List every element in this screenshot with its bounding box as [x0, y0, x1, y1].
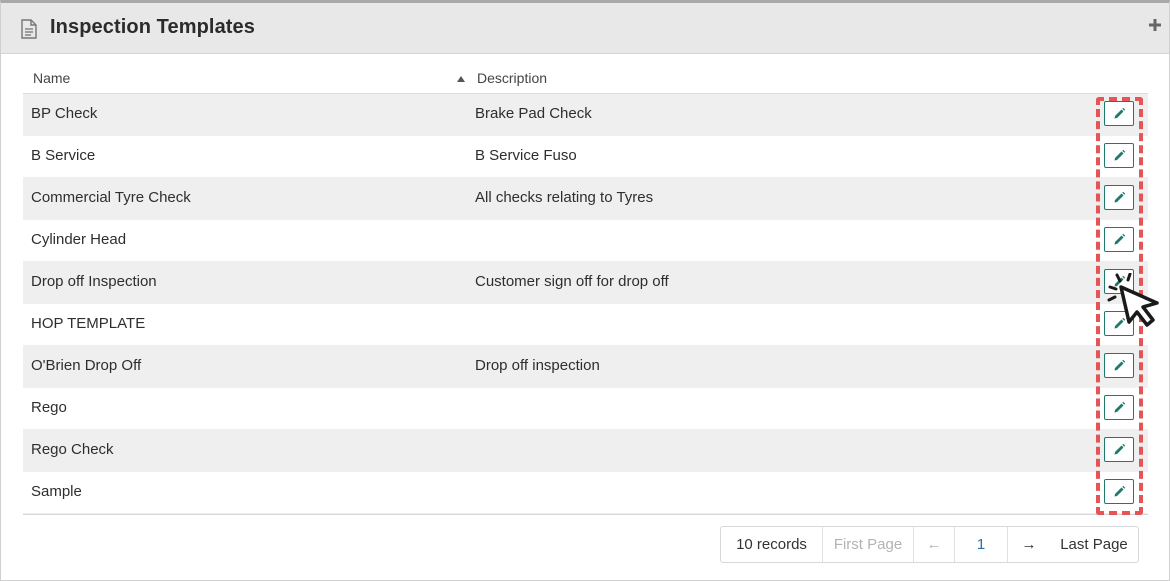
edit-button[interactable]	[1104, 143, 1134, 168]
table-row[interactable]: B Service B Service Fuso	[23, 136, 1148, 178]
inspection-templates-panel: Inspection Templates Name Description BP…	[0, 0, 1170, 581]
table-row[interactable]: HOP TEMPLATE	[23, 304, 1148, 346]
pencil-icon	[1114, 359, 1126, 371]
sort-ascending-icon[interactable]	[456, 75, 466, 83]
edit-button[interactable]	[1104, 353, 1134, 378]
page-title: Inspection Templates	[50, 16, 256, 38]
table-row[interactable]: Drop off Inspection Customer sign off for…	[23, 262, 1148, 304]
template-description-cell: Drop off inspection	[475, 357, 600, 374]
first-page-button[interactable]: First Page	[823, 527, 914, 562]
pagination: 10 records First Page ← 1 → Last Page	[720, 526, 1139, 563]
template-name-cell: Cylinder Head	[31, 231, 127, 248]
pencil-icon	[1114, 317, 1126, 329]
pencil-icon	[1114, 107, 1126, 119]
column-header-name[interactable]: Name	[33, 70, 70, 86]
edit-button[interactable]	[1104, 479, 1134, 504]
template-description-cell: Customer sign off for drop off	[475, 273, 669, 290]
edit-button[interactable]	[1104, 311, 1134, 336]
column-header-description[interactable]: Description	[477, 70, 547, 86]
table-row[interactable]: Sample	[23, 472, 1148, 514]
edit-button[interactable]	[1104, 269, 1134, 294]
page-number-button[interactable]: 1	[955, 527, 1008, 562]
templates-table: Name Description BP Check Brake Pad Check…	[23, 65, 1148, 515]
panel-header: Inspection Templates	[1, 3, 1169, 54]
template-name-cell: Rego Check	[31, 441, 114, 458]
pencil-icon	[1114, 401, 1126, 413]
table-row[interactable]: Rego	[23, 388, 1148, 430]
template-name-cell: BP Check	[31, 105, 98, 122]
template-description-cell: B Service Fuso	[475, 147, 577, 164]
template-name-cell: Sample	[31, 483, 82, 500]
edit-button[interactable]	[1104, 437, 1134, 462]
table-body: BP Check Brake Pad Check B Service B Servic…	[23, 94, 1148, 515]
edit-button[interactable]	[1104, 185, 1134, 210]
pencil-icon	[1114, 149, 1126, 161]
table-row[interactable]: BP Check Brake Pad Check	[23, 94, 1148, 136]
edit-button[interactable]	[1104, 101, 1134, 126]
template-name-cell: Rego	[31, 399, 67, 416]
plus-icon[interactable]	[1145, 15, 1165, 35]
table-header: Name Description	[23, 65, 1148, 94]
pencil-icon	[1114, 191, 1126, 203]
next-page-button[interactable]: →	[1008, 527, 1050, 562]
template-name-cell: Commercial Tyre Check	[31, 189, 191, 206]
table-row[interactable]: O'Brien Drop Off Drop off inspection	[23, 346, 1148, 388]
template-description-cell: All checks relating to Tyres	[475, 189, 654, 206]
table-row[interactable]: Cylinder Head	[23, 220, 1148, 262]
pencil-icon	[1114, 233, 1126, 245]
previous-page-button[interactable]: ←	[914, 527, 955, 562]
pencil-icon	[1114, 485, 1126, 497]
pencil-icon	[1114, 443, 1126, 455]
record-count: 10 records	[721, 527, 823, 562]
pencil-icon	[1114, 275, 1126, 287]
document-icon	[21, 19, 37, 39]
template-name-cell: O'Brien Drop Off	[31, 357, 142, 374]
last-page-button[interactable]: Last Page	[1050, 527, 1138, 562]
edit-button[interactable]	[1104, 395, 1134, 420]
template-name-cell: HOP TEMPLATE	[31, 315, 146, 332]
table-row[interactable]: Commercial Tyre Check All checks relating…	[23, 178, 1148, 220]
edit-button[interactable]	[1104, 227, 1134, 252]
table-row[interactable]: Rego Check	[23, 430, 1148, 472]
template-description-cell: Brake Pad Check	[475, 105, 592, 122]
template-name-cell: B Service	[31, 147, 96, 164]
template-name-cell: Drop off Inspection	[31, 273, 157, 290]
